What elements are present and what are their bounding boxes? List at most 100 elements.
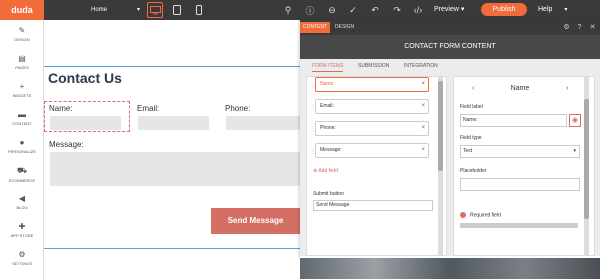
plus-icon: +	[19, 82, 25, 91]
page-select[interactable]: Home ▾	[88, 3, 142, 17]
page-select-value: Home	[91, 7, 108, 13]
site-canvas: Contact Us Name: Email: Phone: Message: …	[44, 20, 300, 279]
remove-icon[interactable]: ×	[421, 100, 425, 113]
plus-circle-icon: ⊕	[313, 168, 318, 174]
tablet-icon[interactable]	[169, 2, 185, 18]
preview-button[interactable]: Preview ▾	[434, 3, 464, 17]
person-icon: ●	[19, 138, 25, 147]
form-item-phone[interactable]: Phone: ×	[315, 121, 429, 136]
name-label[interactable]: Name:	[49, 104, 73, 113]
scrollbar-thumb[interactable]	[438, 81, 443, 171]
form-item-label: Name:	[320, 81, 335, 87]
preview-label: Preview	[434, 6, 459, 13]
form-item-name[interactable]: Name: ×	[315, 77, 429, 92]
search-icon[interactable]: ⚲	[280, 2, 296, 18]
message-label[interactable]: Message:	[49, 140, 84, 149]
sidebar-item-label: WIDGETS	[12, 93, 32, 98]
sidebar-item-label: BLOG	[16, 205, 28, 210]
sidebar-item-personalize[interactable]: ● PERSONALIZE	[0, 138, 44, 154]
sidebar-item-pages[interactable]: ▤ PAGES	[0, 54, 44, 70]
submit-button-label: Submit button	[313, 191, 344, 197]
help-icon[interactable]: ?	[575, 23, 584, 32]
desktop-icon[interactable]	[147, 2, 163, 18]
cart-icon: ⛟	[16, 166, 28, 175]
phone-label[interactable]: Phone:	[225, 104, 250, 113]
chevron-right-icon[interactable]: ›	[566, 85, 568, 92]
gear-icon[interactable]: ⚙	[562, 23, 571, 32]
redo-icon[interactable]: ↷	[389, 2, 405, 18]
placeholder-input[interactable]	[460, 178, 580, 191]
sidebar: ✎ DESIGN ▤ PAGES + WIDGETS ▬ CONTENT ● PERSON…	[0, 20, 44, 279]
sidebar-item-label: DESIGN	[14, 37, 30, 42]
tab-integration[interactable]: INTEGRATION	[404, 62, 438, 71]
section-divider	[44, 248, 300, 249]
help-menu[interactable]: Help ▾	[538, 3, 567, 17]
sidebar-item-widgets[interactable]: + WIDGETS	[0, 82, 44, 98]
tab-design[interactable]: DESIGN	[332, 22, 357, 33]
form-item-label: Message:	[320, 147, 342, 153]
remove-icon[interactable]: ×	[421, 122, 425, 135]
sidebar-item-content[interactable]: ▬ CONTENT	[0, 110, 44, 126]
sidebar-item-label: SETTINGS	[11, 261, 32, 266]
background-photo	[300, 258, 600, 279]
eye-icon[interactable]: ◉	[569, 114, 581, 127]
form-item-message[interactable]: Message: ×	[315, 143, 429, 158]
tab-submission[interactable]: SUBMISSION	[358, 62, 389, 71]
duda-logo[interactable]: duda	[0, 0, 44, 20]
puzzle-icon: ✚	[18, 222, 26, 231]
sidebar-item-label: CONTENT	[12, 121, 32, 126]
sidebar-item-design[interactable]: ✎ DESIGN	[0, 26, 44, 42]
name-field[interactable]	[50, 116, 121, 130]
undo-icon[interactable]: ↶	[367, 2, 383, 18]
email-field[interactable]	[138, 116, 209, 130]
required-field-label: Required field	[470, 212, 501, 219]
sidebar-item-settings[interactable]: ⚙ SETTINGS	[0, 250, 44, 266]
field-editor: ‹ Name › Field label Name: ◉ Field type …	[453, 76, 595, 256]
brush-icon: ✎	[18, 26, 26, 35]
field-type-value: Text	[463, 148, 473, 154]
zoom-out-icon[interactable]: ⊖	[324, 2, 340, 18]
close-icon[interactable]: ✕	[588, 23, 597, 32]
tab-form-items[interactable]: FORM ITEMS	[312, 62, 344, 72]
remove-icon[interactable]: ×	[421, 78, 425, 91]
scrollbar-thumb[interactable]	[584, 99, 589, 219]
form-items-list: ⋮ Name: × ⋮ Email: × ⋮ Phone: × ⋮ Message: ×…	[306, 76, 447, 256]
sidebar-item-app-store[interactable]: ✚ APP STORE	[0, 222, 44, 238]
field-type-select[interactable]: Text ▾	[460, 145, 580, 158]
add-field-button[interactable]: ⊕ Add field	[313, 168, 338, 174]
form-item-label: Email:	[320, 103, 334, 109]
required-field-toggle[interactable]: Required field	[460, 212, 501, 218]
email-label[interactable]: Email:	[137, 104, 159, 113]
add-field-label: Add field	[318, 168, 338, 174]
publish-button[interactable]: Publish	[481, 3, 527, 16]
gear-icon: ⚙	[18, 250, 26, 259]
horizontal-scrollbar[interactable]	[460, 223, 578, 228]
required-checkbox[interactable]	[460, 212, 466, 218]
sidebar-item-ecommerce[interactable]: ⛟ ECOMMERCE	[0, 166, 44, 183]
submit-button-input[interactable]: Send Message	[313, 200, 433, 211]
chevron-down-icon: ▾	[564, 7, 568, 13]
placeholder-title: Placeholder	[460, 168, 487, 174]
top-bar: duda Home ▾ ⚲ ⓘ ⊖ ✓ ↶ ↷ ‹/› Preview ▾ Pu…	[0, 0, 600, 20]
panel-title: CONTACT FORM CONTENT	[300, 35, 600, 59]
mobile-icon[interactable]	[191, 2, 207, 18]
remove-icon[interactable]: ×	[421, 144, 425, 157]
send-message-button[interactable]: Send Message	[211, 208, 300, 234]
form-item-email[interactable]: Email: ×	[315, 99, 429, 114]
sidebar-item-label: APP STORE	[10, 233, 34, 238]
info-icon[interactable]: ⓘ	[302, 2, 318, 18]
message-field[interactable]	[50, 152, 300, 186]
field-label-title: Field label	[460, 104, 483, 110]
section-divider	[44, 66, 300, 67]
page-title[interactable]: Contact Us	[48, 70, 122, 86]
tab-content[interactable]: CONTENT	[300, 22, 331, 33]
field-type-title: Field type	[460, 135, 482, 141]
code-icon[interactable]: ‹/›	[410, 2, 426, 18]
sidebar-item-blog[interactable]: ◀ BLOG	[0, 194, 44, 210]
contact-form-panel: CONTENT DESIGN ⚙ ? ✕ CONTACT FORM CONTEN…	[300, 20, 600, 258]
sidebar-item-label: PAGES	[15, 65, 29, 70]
phone-field[interactable]	[226, 116, 300, 130]
megaphone-icon: ◀	[18, 194, 26, 203]
field-label-input[interactable]: Name:	[460, 114, 567, 127]
check-icon[interactable]: ✓	[345, 2, 361, 18]
